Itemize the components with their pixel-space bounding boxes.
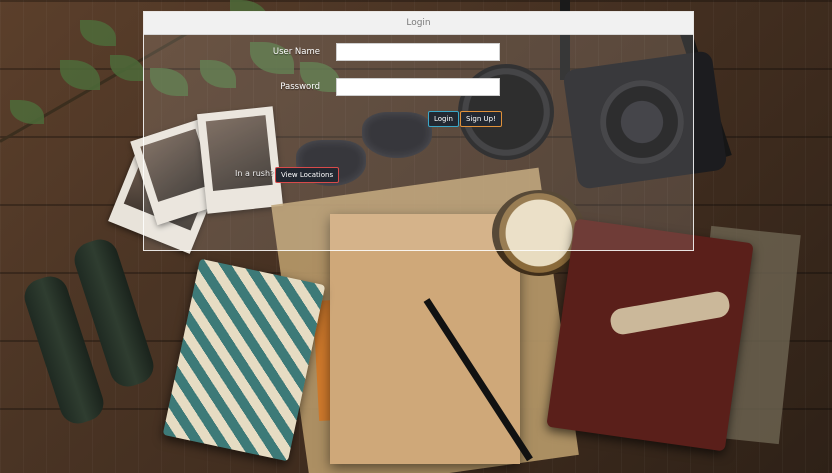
kraft-paper (330, 214, 520, 464)
password-input[interactable] (336, 78, 500, 96)
leaf (10, 100, 44, 124)
login-button[interactable]: Login (428, 111, 459, 127)
signup-button[interactable]: Sign Up! (460, 111, 502, 127)
leaf (60, 60, 100, 90)
view-locations-button[interactable]: View Locations (275, 167, 340, 183)
username-input[interactable] (336, 43, 500, 61)
panel-header: Login (144, 12, 693, 35)
login-panel: Login User Name Password Login Sign Up! … (143, 11, 694, 251)
username-label: User Name (272, 47, 320, 57)
rush-text: In a rush? (235, 169, 275, 178)
panel-title: Login (406, 18, 431, 28)
leather-journal (546, 218, 754, 452)
patterned-notebook (162, 258, 326, 462)
password-label: Password (280, 82, 320, 92)
leaf (80, 20, 116, 46)
